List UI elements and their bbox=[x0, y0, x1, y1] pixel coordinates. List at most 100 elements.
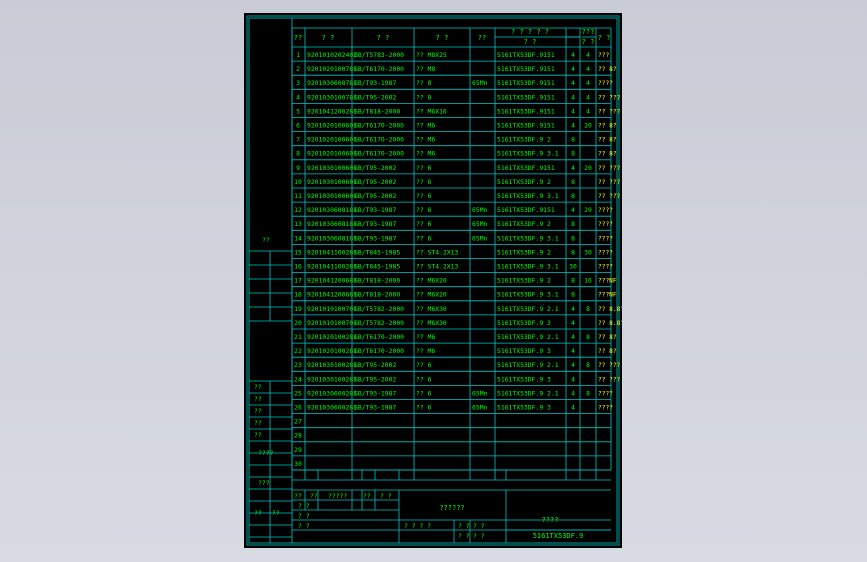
row-assembly: 5161TX53DF.9151 bbox=[497, 164, 555, 172]
row-qty-1: 8 bbox=[571, 291, 575, 299]
row-standard: GB/T6170-2000 bbox=[354, 136, 404, 144]
row-qty-1: 8 bbox=[571, 178, 575, 186]
header-remark: ? ? bbox=[598, 34, 611, 42]
row-qty-1: 4 bbox=[571, 375, 575, 383]
title-cell: ? ? ? ? bbox=[404, 522, 431, 530]
row-assembly: 5161TX53DF.9 3.1 bbox=[497, 234, 559, 242]
row-qty-1: 4 bbox=[571, 107, 575, 115]
row-assembly: 5161TX53DF.9 3 bbox=[497, 319, 551, 327]
row-qty-1: 4 bbox=[571, 93, 575, 101]
drawing-number: 5161TX53DF.9 bbox=[533, 532, 584, 540]
sub-title: ???? bbox=[542, 516, 559, 524]
row-code: 9201041100281 bbox=[307, 248, 357, 256]
row-qty-1: 8 bbox=[571, 136, 575, 144]
row-qty-1: 4 bbox=[571, 347, 575, 355]
row-material: 65Mn bbox=[472, 234, 488, 242]
row-assembly: 5161TX53DF.9 3.1 bbox=[497, 192, 559, 200]
row-qty-1: 8 bbox=[571, 248, 575, 256]
table-text: ?????????????????????????? ?? ?? ???? ? … bbox=[254, 28, 622, 540]
row-standard: GB/T818-2000 bbox=[354, 107, 400, 115]
row-remark: ???? bbox=[598, 249, 613, 256]
row-assembly: 5161TX53DF.9151 bbox=[497, 51, 555, 59]
row-assembly: 5161TX53DF.9 2 bbox=[497, 248, 551, 256]
row-qty-1: 4 bbox=[571, 122, 575, 130]
title-cell: ? ? bbox=[380, 492, 392, 500]
header-code: ? ? bbox=[322, 34, 335, 42]
row-material: 65Mn bbox=[472, 206, 488, 214]
row-standard: GB/T6170-2000 bbox=[354, 150, 404, 158]
row-code: 9201020100601 bbox=[307, 150, 357, 158]
row-assembly: 5161TX53DF.9151 bbox=[497, 93, 555, 101]
row-qty-2: 20 bbox=[584, 122, 592, 130]
row-standard: GB/T93-1987 bbox=[354, 234, 396, 242]
row-remark: ?? 8.8? bbox=[598, 320, 622, 327]
row-remark: ?? ??? bbox=[598, 193, 621, 200]
row-qty-1: 8 bbox=[571, 192, 575, 200]
row-no: 7 bbox=[296, 136, 300, 144]
left-label: ??? bbox=[258, 479, 270, 487]
row-name: ?? 6 bbox=[416, 361, 432, 369]
row-name: ?? M6X20 bbox=[416, 277, 447, 285]
row-material: 65Mn bbox=[472, 389, 488, 397]
row-code: 9201030608181 bbox=[307, 220, 357, 228]
header-qty-sub: ? ? bbox=[582, 38, 595, 46]
row-standard: GB/T95-2002 bbox=[354, 164, 396, 172]
row-code: 9201041200281 bbox=[307, 107, 357, 115]
row-name: ?? 6 bbox=[416, 178, 432, 186]
row-no: 16 bbox=[294, 263, 302, 271]
row-code: 9201030100601 bbox=[307, 164, 357, 172]
row-standard: GB/T845-1985 bbox=[354, 248, 400, 256]
title-cell: ? ? bbox=[473, 522, 485, 530]
left-label: ?? bbox=[254, 509, 262, 517]
row-name: ?? M6 bbox=[416, 136, 435, 144]
row-remark: ?? 8.8? bbox=[598, 306, 622, 313]
left-label: ?? bbox=[254, 395, 262, 403]
row-assembly: 5161TX53DF.9 3 bbox=[497, 347, 551, 355]
row-remark: ???? bbox=[598, 80, 613, 87]
row-code: 9201041100281 bbox=[307, 263, 357, 271]
row-remark: ???NF bbox=[598, 278, 617, 285]
row-no: 9 bbox=[296, 164, 300, 172]
row-standard: GB/T95-2002 bbox=[354, 93, 396, 101]
row-qty-1: 4 bbox=[571, 79, 575, 87]
row-remark: ?? ??? bbox=[598, 108, 621, 115]
row-qty-2: 16 bbox=[584, 277, 592, 285]
header-name: ? ? bbox=[436, 34, 449, 42]
row-no: 23 bbox=[294, 361, 302, 369]
row-standard: GB/T845-1985 bbox=[354, 263, 400, 271]
row-name: ?? M6X20 bbox=[416, 291, 447, 299]
title-cell: ?? bbox=[310, 492, 318, 500]
row-code: 9201030600281 bbox=[307, 404, 357, 412]
row-qty-1: 4 bbox=[571, 361, 575, 369]
row-remark: ???? bbox=[598, 207, 613, 214]
row-assembly: 5161TX53DF.9 2.1 bbox=[497, 361, 559, 369]
row-assembly: 5161TX53DF.9 3 bbox=[497, 375, 551, 383]
header-qty: ??? bbox=[582, 28, 595, 36]
row-no: 8 bbox=[296, 150, 300, 158]
row-assembly: 5161TX53DF.9151 bbox=[497, 206, 555, 214]
row-code: 9201030100781 bbox=[307, 93, 357, 101]
row-standard: GB/T93-1987 bbox=[354, 389, 396, 397]
row-remark: ?? ??? bbox=[598, 165, 621, 172]
row-name: ?? ST4.2X13 bbox=[416, 263, 458, 271]
row-name: ?? 6 bbox=[416, 375, 432, 383]
row-material: 65Mn bbox=[472, 79, 488, 87]
row-qty-1: 4 bbox=[571, 65, 575, 73]
row-qty-1: 8 bbox=[571, 277, 575, 285]
row-no: 21 bbox=[294, 333, 302, 341]
row-no: 5 bbox=[296, 107, 300, 115]
row-no: 20 bbox=[294, 319, 302, 327]
row-code: 9201030608781 bbox=[307, 79, 357, 87]
row-name: ?? 6 bbox=[416, 164, 432, 172]
row-assembly: 5161TX53DF.9 2.1 bbox=[497, 389, 559, 397]
row-remark: ?? 8? bbox=[598, 123, 617, 130]
row-qty-2: 4 bbox=[586, 65, 590, 73]
left-label: ???? bbox=[258, 449, 274, 457]
row-qty-1: 4 bbox=[571, 389, 575, 397]
row-qty-1: 4 bbox=[571, 206, 575, 214]
row-name: ?? M6 bbox=[416, 150, 435, 158]
row-code: 9201030608181 bbox=[307, 206, 357, 214]
row-remark: ???NF bbox=[598, 292, 617, 299]
row-name: ?? 6 bbox=[416, 220, 432, 228]
row-code: 9201041200681 bbox=[307, 277, 357, 285]
